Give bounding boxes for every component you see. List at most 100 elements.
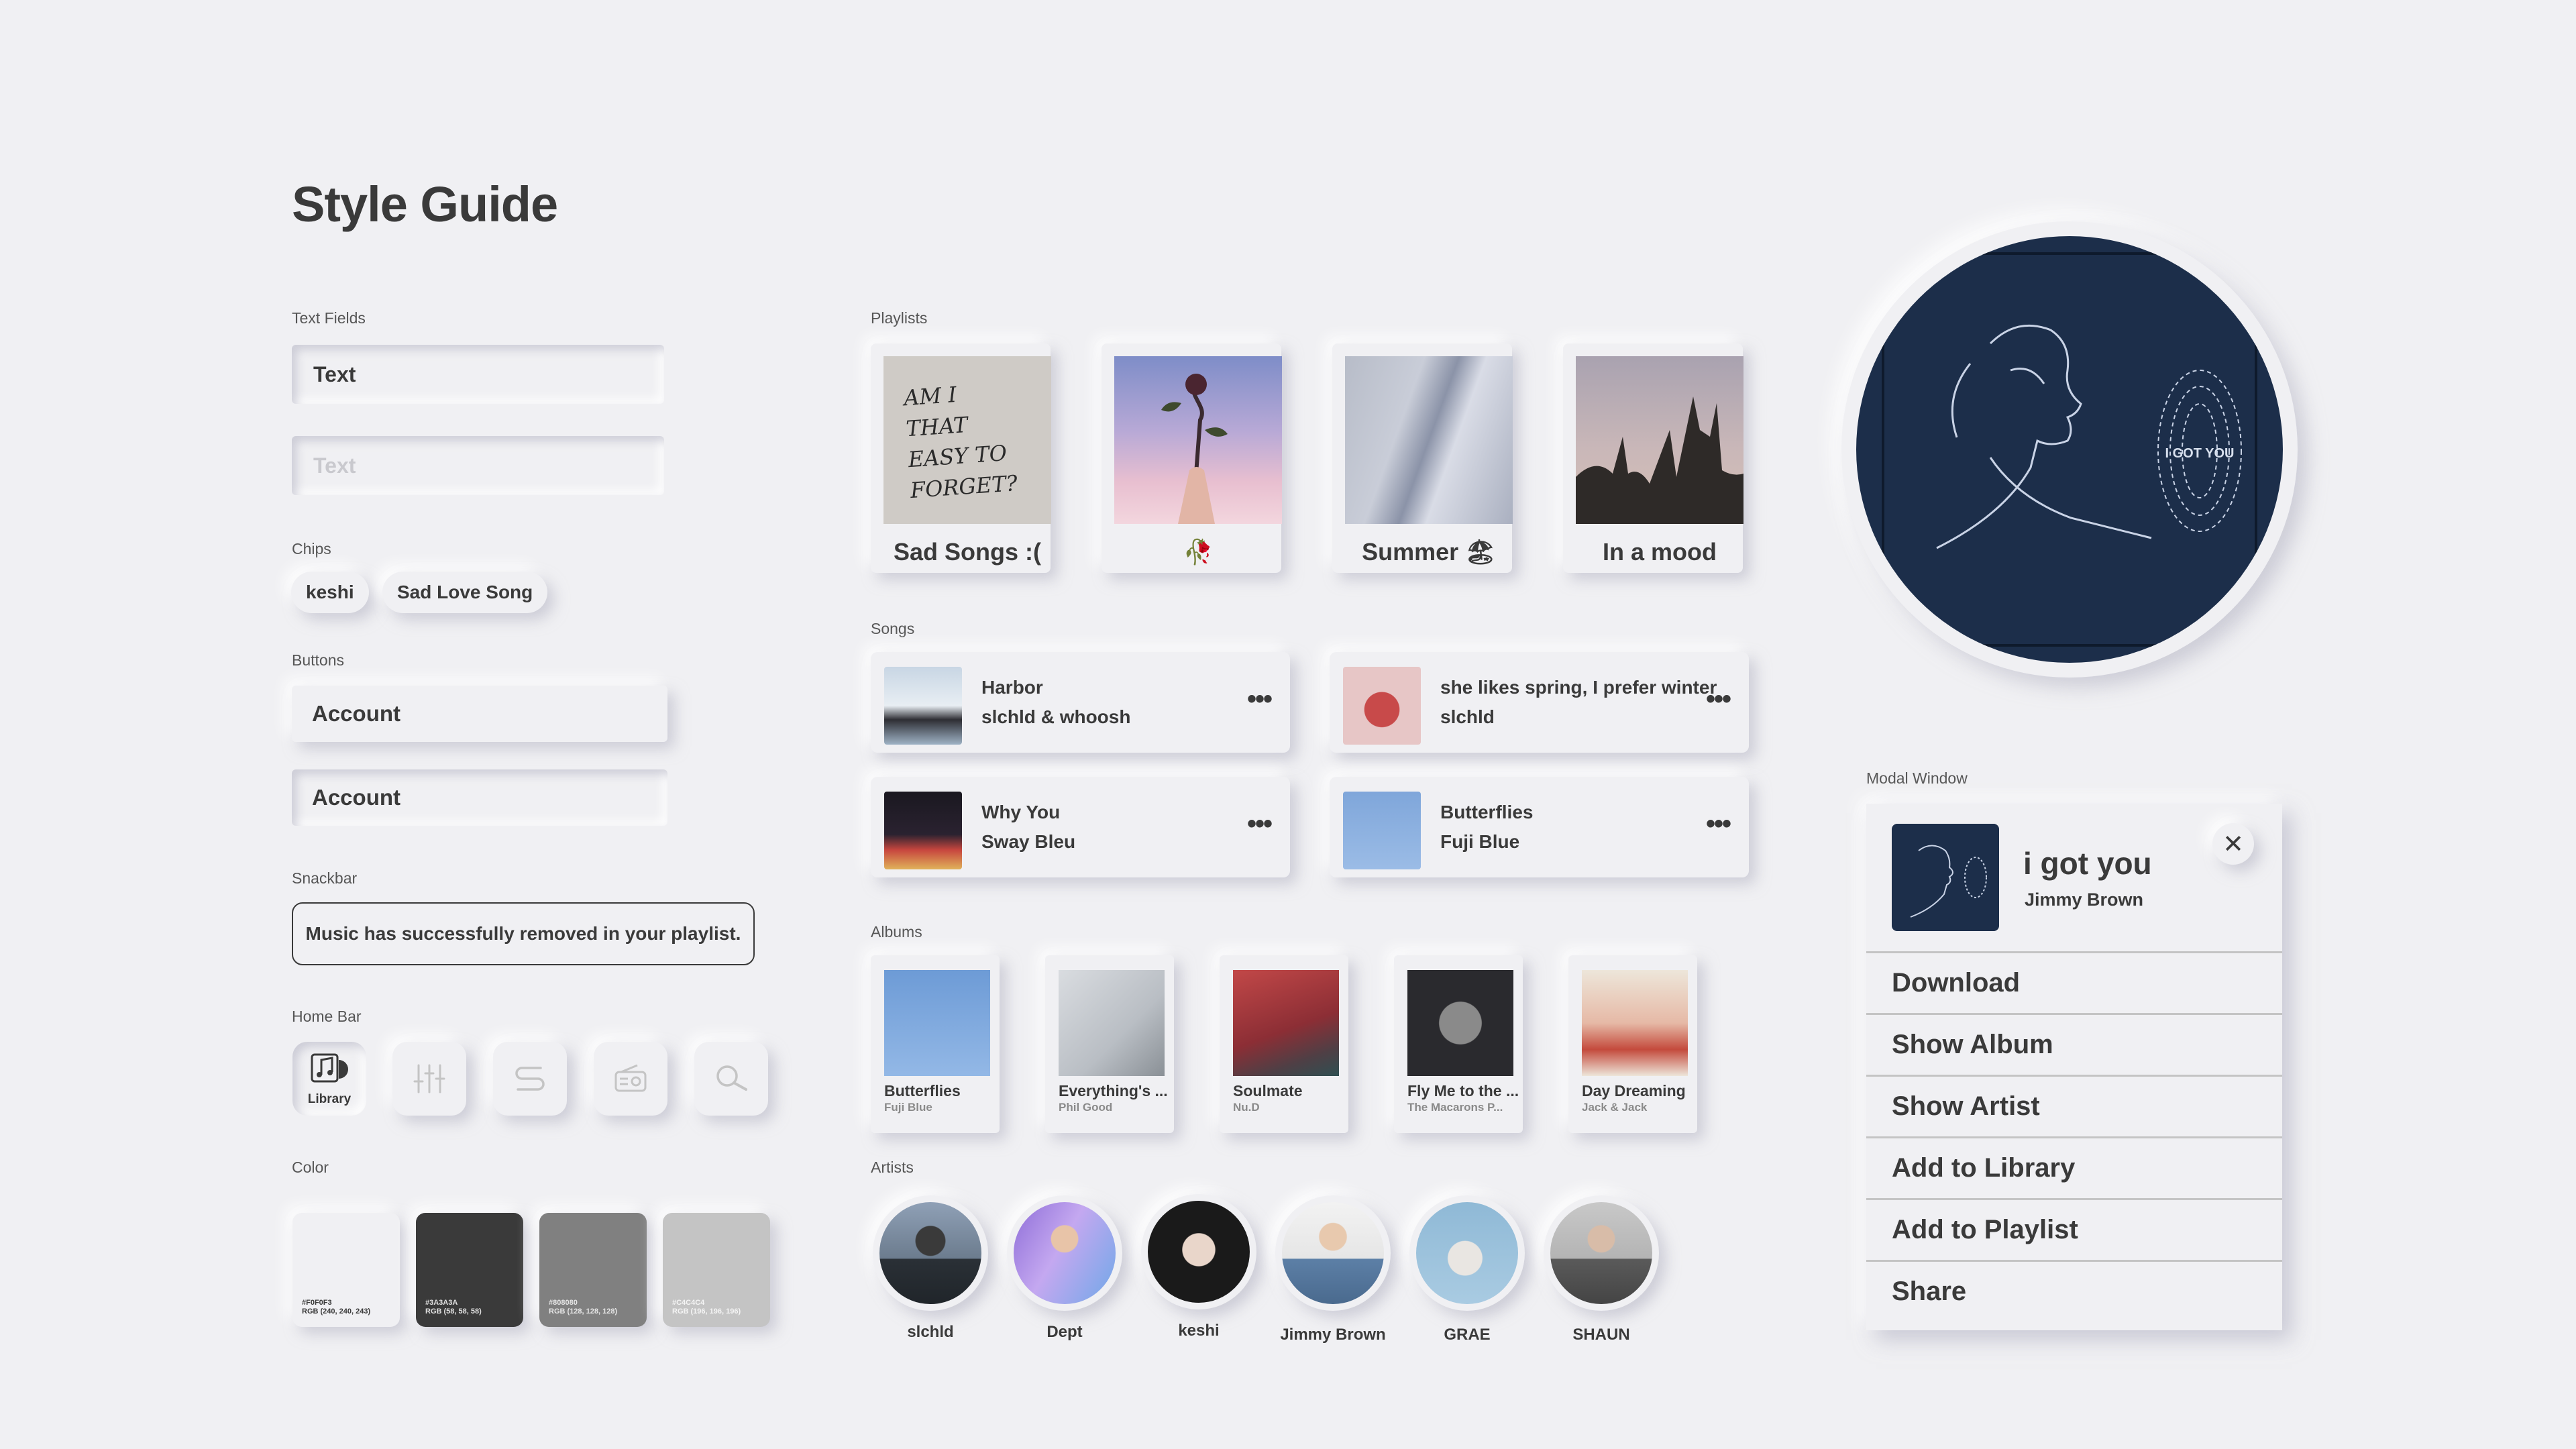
- section-label-albums: Albums: [871, 923, 922, 941]
- song-row-why-you[interactable]: Why You Sway Bleu •••: [871, 777, 1290, 877]
- playlist-card-rose[interactable]: 🥀: [1102, 343, 1282, 573]
- more-options-icon[interactable]: •••: [1247, 810, 1273, 837]
- text-field-placeholder[interactable]: Text: [292, 436, 664, 495]
- home-bar-library[interactable]: Library: [292, 1042, 366, 1116]
- song-title: Butterflies: [1440, 802, 1534, 822]
- artist-avatar-grae[interactable]: [1409, 1195, 1525, 1311]
- song-title: Harbor: [981, 677, 1043, 698]
- modal-item-share[interactable]: Share: [1866, 1260, 2282, 1322]
- album-title: Butterflies: [884, 1082, 961, 1099]
- album-art: [1582, 970, 1688, 1076]
- artist-name: slchld: [907, 1323, 954, 1341]
- search-icon: [716, 1065, 747, 1091]
- album-artist: The Macarons P...: [1407, 1101, 1503, 1114]
- account-button-pressed[interactable]: Account: [292, 769, 667, 826]
- modal-item-download[interactable]: Download: [1866, 951, 2282, 1013]
- playlist-cover: [1114, 356, 1282, 524]
- color-swatch-hex: #F0F0F3: [302, 1299, 332, 1307]
- color-swatch-hex: #3A3A3A: [425, 1299, 458, 1307]
- chip-keshi[interactable]: keshi: [291, 572, 369, 613]
- close-icon[interactable]: ✕: [2212, 823, 2254, 865]
- song-artist: slchld: [1440, 706, 1495, 727]
- song-artist: slchld & whoosh: [981, 706, 1131, 727]
- artist-photo: [1550, 1202, 1652, 1304]
- song-art: [1343, 667, 1421, 745]
- modal-item-add-to-library[interactable]: Add to Library: [1866, 1136, 2282, 1198]
- album-art: [1407, 970, 1513, 1076]
- album-art: [884, 970, 990, 1076]
- album-card-soulmate[interactable]: Soulmate Nu.D: [1220, 955, 1348, 1133]
- text-field-filled[interactable]: Text: [292, 345, 664, 404]
- radio-icon: [614, 1064, 647, 1092]
- more-options-icon[interactable]: •••: [1706, 810, 1731, 837]
- album-artist: Jack & Jack: [1582, 1101, 1648, 1114]
- silhouettes-image: [1576, 396, 1743, 524]
- album-card-day-dreaming[interactable]: Day Dreaming Jack & Jack: [1568, 955, 1697, 1133]
- album-card-fly-me-to-the[interactable]: Fly Me to the ... The Macarons P...: [1394, 955, 1523, 1133]
- artist-avatar-jimmy-brown[interactable]: [1275, 1195, 1391, 1311]
- artist-avatar-shaun[interactable]: [1544, 1195, 1659, 1311]
- song-row-butterflies[interactable]: Butterflies Fuji Blue •••: [1330, 777, 1749, 877]
- song-title: she likes spring, I prefer winter: [1440, 677, 1717, 698]
- song-artist: Fuji Blue: [1440, 831, 1520, 852]
- swirl-icon: [515, 1067, 545, 1091]
- playlist-name: In a mood: [1603, 538, 1717, 566]
- now-playing-artwork[interactable]: I GOT YOU: [1841, 221, 2298, 678]
- artist-photo: [1014, 1202, 1116, 1304]
- artist-avatar-dept[interactable]: [1007, 1195, 1122, 1311]
- playlist-card-summer[interactable]: Summer 🏖: [1332, 343, 1513, 573]
- modal-item-show-artist[interactable]: Show Artist: [1866, 1075, 2282, 1136]
- artwork-text: I GOT YOU: [2165, 446, 2235, 461]
- line-art-face-image: I GOT YOU: [1882, 252, 2257, 647]
- section-label-home-bar: Home Bar: [292, 1008, 362, 1025]
- album-title: Fly Me to the ...: [1407, 1082, 1519, 1099]
- song-art: [884, 667, 962, 745]
- color-swatch-hex: #808080: [549, 1299, 578, 1307]
- more-options-icon[interactable]: •••: [1706, 686, 1731, 712]
- modal-item-add-to-playlist[interactable]: Add to Playlist: [1866, 1198, 2282, 1260]
- playlist-name: Summer 🏖: [1362, 538, 1496, 566]
- artist-avatar-slchld[interactable]: [873, 1195, 988, 1311]
- modal-song-title: i got you: [2023, 846, 2152, 881]
- playlist-cover: AM I THAT EASY TO FORGET?: [883, 356, 1051, 524]
- home-bar-swirl[interactable]: [493, 1042, 567, 1116]
- modal-album-art: [1892, 824, 1999, 931]
- artist-avatar-keshi[interactable]: [1141, 1194, 1256, 1309]
- home-bar-library-label: Library: [307, 1092, 352, 1106]
- modal-artist: Jimmy Brown: [2025, 890, 2144, 910]
- playlist-name: Sad Songs :(: [893, 538, 1041, 566]
- color-swatch-rgb: RGB (196, 196, 196): [672, 1307, 741, 1316]
- album-title: Soulmate: [1233, 1082, 1303, 1099]
- color-swatch-rgb: RGB (240, 240, 243): [302, 1307, 371, 1316]
- album-title: Day Dreaming: [1582, 1082, 1686, 1099]
- artist-photo: [1416, 1202, 1518, 1304]
- snackbar: Music has successfully removed in your p…: [292, 902, 755, 965]
- section-label-buttons: Buttons: [292, 651, 344, 669]
- home-bar-radio[interactable]: [594, 1042, 667, 1116]
- album-card-butterflies[interactable]: Butterflies Fuji Blue: [871, 955, 1000, 1133]
- more-options-icon[interactable]: •••: [1247, 686, 1273, 712]
- section-label-songs: Songs: [871, 620, 915, 637]
- artist-name: GRAE: [1444, 1326, 1491, 1344]
- account-button[interactable]: Account: [292, 686, 667, 742]
- artist-photo: [1282, 1202, 1384, 1304]
- album-card-everythings[interactable]: Everything's ... Phil Good: [1045, 955, 1174, 1133]
- home-bar-equalizer[interactable]: [392, 1042, 466, 1116]
- home-bar-search[interactable]: [694, 1042, 768, 1116]
- chip-sad-love-song[interactable]: Sad Love Song: [382, 572, 548, 613]
- color-swatch-808080: #808080 RGB (128, 128, 128): [539, 1213, 647, 1327]
- song-art: [884, 792, 962, 869]
- playlist-card-sad-songs[interactable]: AM I THAT EASY TO FORGET? Sad Songs :(: [871, 343, 1051, 573]
- song-row-she-likes-spring[interactable]: she likes spring, I prefer winter slchld…: [1330, 652, 1749, 753]
- color-swatch-hex: #C4C4C4: [672, 1299, 705, 1307]
- artwork-circle: I GOT YOU: [1856, 236, 2283, 663]
- modal-window: i got you Jimmy Brown ✕ Download Show Al…: [1866, 804, 2282, 1330]
- album-art: [1233, 970, 1339, 1076]
- song-art: [1343, 792, 1421, 869]
- playlist-card-in-a-mood[interactable]: In a mood: [1563, 343, 1743, 573]
- rose-hand-image: [1161, 374, 1228, 524]
- modal-item-show-album[interactable]: Show Album: [1866, 1013, 2282, 1075]
- page-title: Style Guide: [292, 176, 558, 232]
- artist-name: Jimmy Brown: [1280, 1326, 1386, 1344]
- song-row-harbor[interactable]: Harbor slchld & whoosh •••: [871, 652, 1290, 753]
